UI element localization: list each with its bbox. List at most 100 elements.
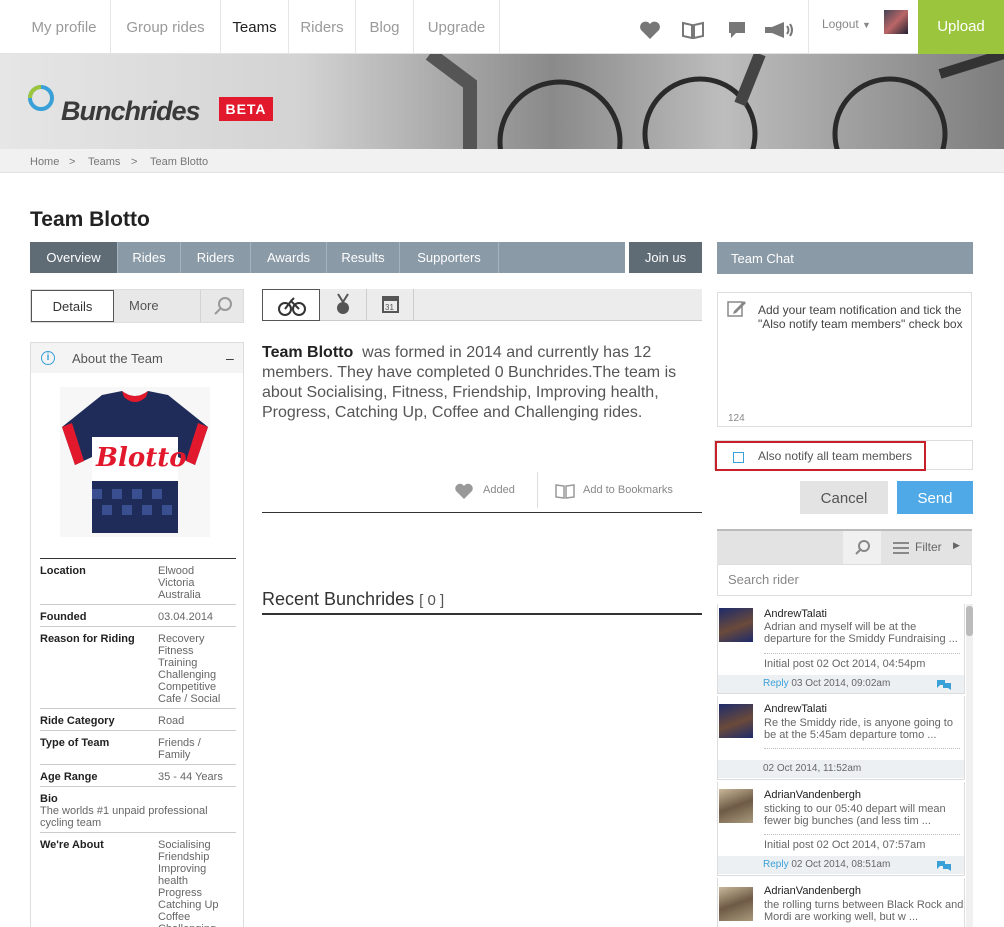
field-value: Recovery Fitness Training Challenging Co… bbox=[158, 633, 221, 705]
field-location: Location Elwood Victoria Australia bbox=[40, 565, 236, 605]
notify-highlight: Also notify all team members bbox=[715, 441, 926, 471]
logout-label: Logout bbox=[822, 17, 859, 31]
search-icon[interactable] bbox=[200, 290, 244, 322]
add-to-bookmarks-link[interactable]: Add to Bookmarks bbox=[583, 484, 673, 496]
megaphone-icon[interactable] bbox=[764, 21, 796, 41]
tab-awards[interactable]: Awards bbox=[251, 242, 327, 273]
avatar[interactable] bbox=[884, 10, 908, 34]
field-label: Reason for Riding bbox=[40, 633, 135, 645]
book-icon[interactable] bbox=[681, 21, 704, 41]
post-footer: Reply 03 Oct 2014, 09:02am bbox=[718, 675, 964, 693]
cancel-button[interactable]: Cancel bbox=[800, 481, 888, 514]
search-rider-input[interactable]: Search rider bbox=[717, 564, 972, 596]
field-founded: Founded 03.04.2014 bbox=[40, 611, 236, 627]
post-footer: 02 Oct 2014, 11:52am bbox=[718, 760, 964, 778]
fields-divider bbox=[40, 558, 236, 559]
reply-link[interactable]: Reply bbox=[763, 678, 789, 689]
about-team-header[interactable]: i About the Team – bbox=[31, 343, 243, 373]
nav-riders[interactable]: Riders bbox=[289, 0, 356, 54]
team-name-inline: Team Blotto bbox=[262, 344, 354, 361]
post-divider bbox=[764, 653, 960, 654]
field-bio: Bio The worlds #1 unpaid professional cyc… bbox=[40, 793, 236, 833]
chat-scroll-thumb[interactable] bbox=[966, 606, 973, 636]
added-link[interactable]: Added bbox=[483, 484, 515, 496]
nav-blog[interactable]: Blog bbox=[356, 0, 414, 54]
breadcrumb-home[interactable]: Home bbox=[30, 149, 59, 175]
chat-filter-bar: Filter ▶ bbox=[717, 529, 972, 564]
logout-link[interactable]: Logout ▼ bbox=[822, 17, 871, 31]
field-value: Socialising Friendship Improving health … bbox=[158, 839, 219, 927]
field-value: The worlds #1 unpaid professional cyclin… bbox=[40, 805, 208, 829]
team-description: Team Blotto was formed in 2014 and curre… bbox=[262, 343, 702, 423]
breadcrumb-separator: > bbox=[69, 156, 76, 168]
compose-edit-icon bbox=[727, 300, 747, 318]
avatar[interactable] bbox=[719, 704, 753, 738]
chat-post: AdrianVandenbergh sticking to our 05:40 … bbox=[717, 782, 965, 876]
jersey-lettering: Blotto bbox=[96, 443, 187, 473]
chat-bubble-icon[interactable] bbox=[727, 20, 749, 40]
notify-checkbox[interactable] bbox=[733, 452, 744, 463]
chat-scrollbar[interactable] bbox=[966, 604, 973, 927]
post-text: Re the Smiddy ride, is anyone going to b… bbox=[764, 717, 953, 741]
field-ride-category: Ride Category Road bbox=[40, 715, 236, 731]
top-nav: My profile Group rides Teams Riders Blog… bbox=[0, 0, 1004, 54]
recent-bunchrides-count: [ 0 ] bbox=[419, 592, 445, 609]
breadcrumb-teams[interactable]: Teams bbox=[88, 149, 120, 175]
post-text: sticking to our 05:40 depart will mean f… bbox=[764, 803, 946, 827]
tab-results[interactable]: Results bbox=[327, 242, 400, 273]
book-icon bbox=[554, 483, 576, 499]
caret-down-icon: ▼ bbox=[862, 20, 871, 30]
reply-link[interactable]: Reply bbox=[763, 859, 789, 870]
avatar[interactable] bbox=[719, 608, 753, 642]
subtab-more[interactable]: More bbox=[129, 290, 159, 322]
page-title: Team Blotto bbox=[30, 208, 150, 231]
avatar[interactable] bbox=[719, 789, 753, 823]
heart-icon[interactable] bbox=[639, 20, 661, 40]
chat-bubbles-icon[interactable] bbox=[936, 679, 952, 691]
tab-rides[interactable]: Rides bbox=[118, 242, 181, 273]
field-reason-for-riding: Reason for Riding Recovery Fitness Traini… bbox=[40, 633, 236, 709]
send-button[interactable]: Send bbox=[897, 481, 973, 514]
avatar[interactable] bbox=[719, 887, 753, 921]
field-label: Type of Team bbox=[40, 737, 110, 749]
tab-overview[interactable]: Overview bbox=[30, 242, 118, 273]
about-team-panel: i About the Team – Blotto Location Elwood… bbox=[30, 342, 244, 927]
chat-bubbles-icon[interactable] bbox=[936, 860, 952, 872]
team-actions: Added Add to Bookmarks bbox=[262, 472, 702, 513]
field-value: Elwood Victoria Australia bbox=[158, 565, 201, 601]
collapse-icon[interactable]: – bbox=[226, 343, 234, 374]
breadcrumb-current: Team Blotto bbox=[150, 156, 209, 168]
nav-upgrade[interactable]: Upgrade bbox=[414, 0, 500, 54]
join-us-button[interactable]: Join us bbox=[629, 242, 702, 273]
svg-text:31: 31 bbox=[385, 303, 394, 312]
search-icon[interactable] bbox=[843, 531, 881, 564]
nav-group-rides[interactable]: Group rides bbox=[111, 0, 221, 54]
chat-post: AdrianVandenbergh the rolling turns betw… bbox=[717, 878, 965, 927]
post-author[interactable]: AndrewTalati bbox=[764, 703, 827, 715]
post-time: 03 Oct 2014, 09:02am bbox=[791, 678, 891, 689]
tab-supporters[interactable]: Supporters bbox=[400, 242, 499, 273]
beta-badge: BETA bbox=[219, 97, 273, 121]
nav-teams[interactable]: Teams bbox=[221, 0, 289, 54]
recent-bunchrides-heading: Recent Bunchrides [ 0 ] bbox=[262, 589, 702, 615]
field-value: Road bbox=[158, 715, 185, 727]
bike-icon[interactable] bbox=[262, 289, 320, 321]
post-author[interactable]: AdrianVandenbergh bbox=[764, 885, 861, 897]
nav-my-profile[interactable]: My profile bbox=[18, 0, 111, 54]
brand-logo[interactable]: Bunchrides bbox=[61, 96, 201, 127]
notify-label[interactable]: Also notify all team members bbox=[758, 449, 912, 463]
post-author[interactable]: AdrianVandenbergh bbox=[764, 789, 861, 801]
filter-dropdown[interactable]: Filter bbox=[915, 540, 942, 554]
tab-bar-filler bbox=[499, 242, 625, 273]
subtab-details[interactable]: Details bbox=[31, 290, 114, 322]
post-author[interactable]: AndrewTalati bbox=[764, 608, 827, 620]
calendar-icon[interactable]: 31 bbox=[367, 289, 414, 321]
heart-icon bbox=[454, 482, 474, 500]
detail-subtabs: Details More bbox=[30, 289, 244, 323]
medal-icon[interactable] bbox=[320, 289, 367, 321]
field-label: We're About bbox=[40, 839, 104, 851]
upload-button[interactable]: Upload bbox=[918, 0, 1004, 54]
field-type-of-team: Type of Team Friends / Family bbox=[40, 737, 236, 765]
tab-riders[interactable]: Riders bbox=[181, 242, 251, 273]
chat-compose-box[interactable]: Add your team notification and tick the … bbox=[717, 292, 972, 427]
